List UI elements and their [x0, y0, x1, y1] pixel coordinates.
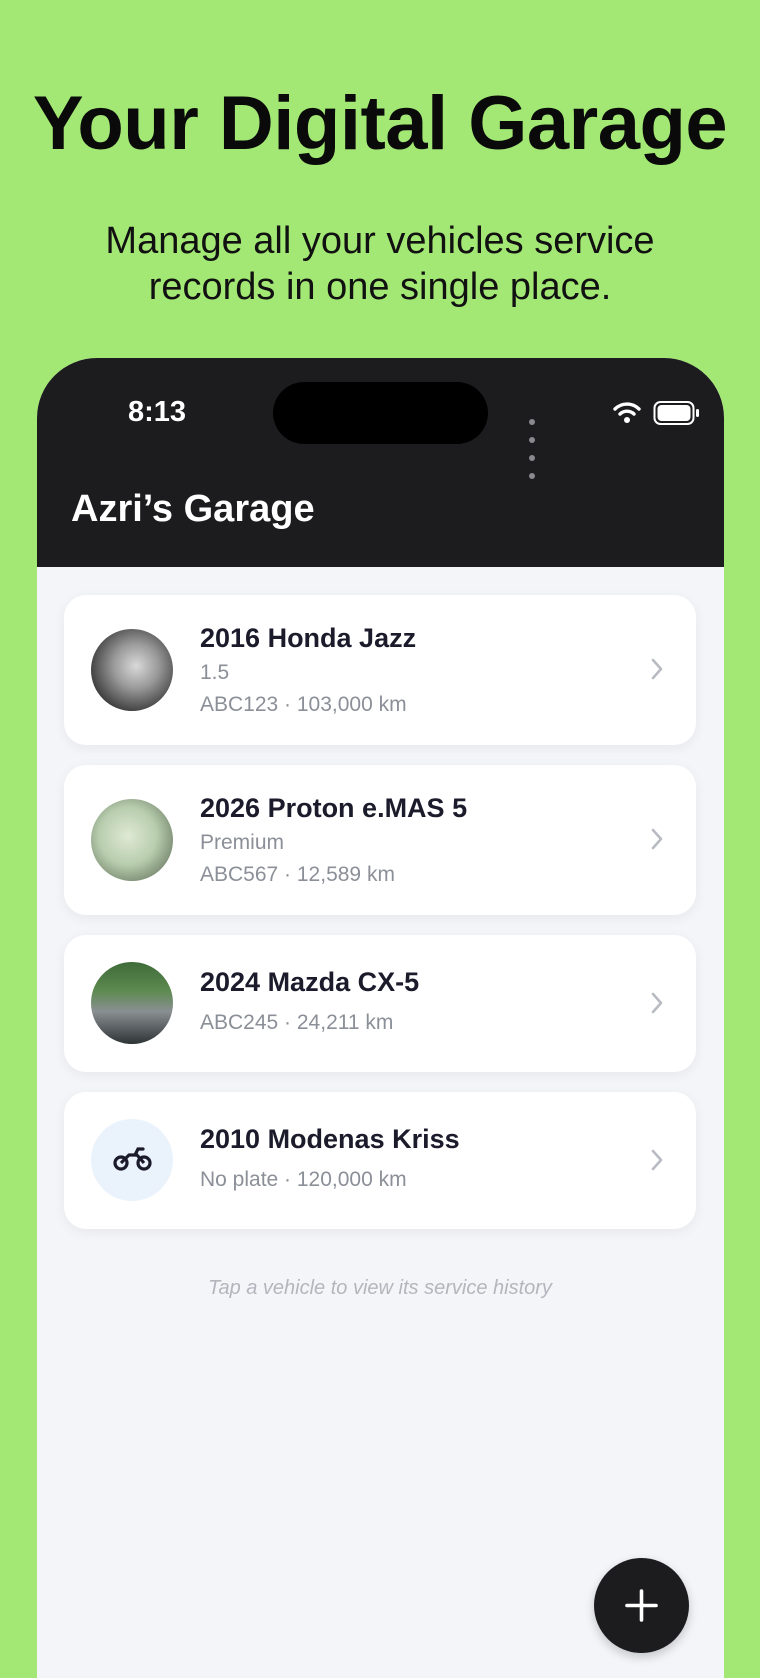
vehicle-card-mazda-cx5[interactable]: 2024 Mazda CX-5 ABC245 · 24,211 km [64, 935, 696, 1072]
hero-subtitle: Manage all your vehicles service records… [105, 220, 655, 308]
vehicle-title: 2026 Proton e.MAS 5 [200, 793, 468, 823]
chevron-right-icon [651, 658, 663, 680]
chevron-right-icon [651, 992, 663, 1014]
vehicle-variant: Premium [200, 831, 285, 854]
vehicle-meta: No plate · 120,000 km [200, 1168, 407, 1191]
vehicle-title: 2024 Mazda CX-5 [200, 967, 420, 997]
chevron-right-icon [651, 1149, 663, 1171]
signal-icon [529, 412, 537, 484]
vehicle-photo [91, 962, 173, 1044]
app-header: 8:13 Azri’s Garage [37, 358, 724, 567]
wifi-icon [613, 402, 641, 423]
add-vehicle-button[interactable] [594, 1558, 689, 1653]
vehicle-variant: 1.5 [200, 661, 230, 684]
chevron-right-icon [651, 828, 663, 850]
plus-icon [625, 1589, 658, 1622]
vehicle-avatar [91, 1119, 173, 1201]
vehicle-meta: ABC245 · 24,211 km [200, 1011, 394, 1034]
vehicle-list: 2016 Honda Jazz 1.5 ABC123 · 103,000 km … [64, 595, 696, 1249]
hero-title: Your Digital Garage [32, 81, 728, 166]
motorcycle-icon [113, 1147, 152, 1171]
phone-frame: 8:13 Azri’s Garage 2016 Honda Jazz 1.5 A… [37, 358, 724, 1678]
vehicle-title: 2016 Honda Jazz [200, 623, 417, 653]
garage-title: Azri’s Garage [71, 488, 315, 530]
vehicle-card-modenas-kriss[interactable]: 2010 Modenas Kriss No plate · 120,000 km [64, 1092, 696, 1229]
vehicle-meta: ABC123 · 103,000 km [200, 693, 407, 716]
dynamic-island [273, 382, 488, 444]
battery-icon [653, 401, 699, 425]
vehicle-meta: ABC567 · 12,589 km [200, 863, 395, 886]
hint-text: Tap a vehicle to view its service histor… [208, 1277, 552, 1299]
vehicle-photo [91, 799, 173, 881]
vehicle-card-proton-emas5[interactable]: 2026 Proton e.MAS 5 Premium ABC567 · 12,… [64, 765, 696, 915]
vehicle-photo [91, 629, 173, 711]
vehicle-card-honda-jazz[interactable]: 2016 Honda Jazz 1.5 ABC123 · 103,000 km [64, 595, 696, 745]
status-time: 8:13 [127, 396, 187, 428]
vehicle-title: 2010 Modenas Kriss [200, 1124, 460, 1154]
